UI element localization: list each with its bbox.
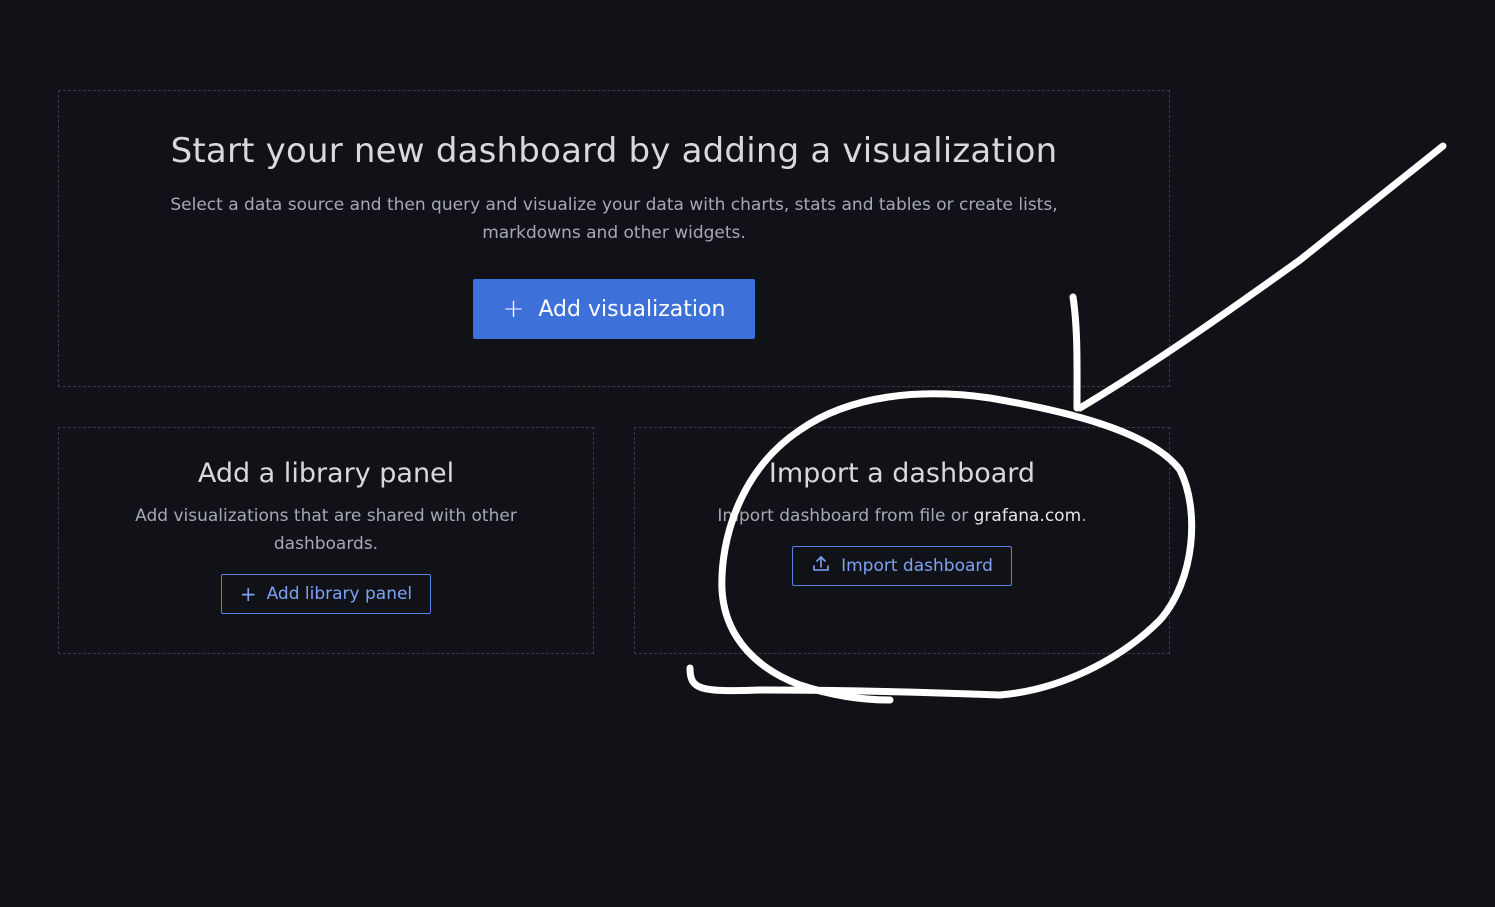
import-description-text: Import dashboard from file or xyxy=(717,506,974,526)
add-visualization-button[interactable]: + Add visualization xyxy=(472,279,756,339)
empty-dashboard-page: Start your new dashboard by adding a vis… xyxy=(0,0,1495,907)
plus-icon: + xyxy=(239,582,257,606)
grafana-com-link[interactable]: grafana.com xyxy=(974,506,1082,526)
add-library-panel-label: Add library panel xyxy=(266,584,413,604)
library-card-title: Add a library panel xyxy=(197,458,455,489)
add-library-panel-button[interactable]: + Add library panel xyxy=(220,574,432,614)
import-description-suffix: . xyxy=(1081,506,1087,526)
add-visualization-card: Start your new dashboard by adding a vis… xyxy=(58,90,1170,387)
import-dashboard-label: Import dashboard xyxy=(841,556,993,576)
circle-tail xyxy=(686,664,1004,699)
import-dashboard-button[interactable]: Import dashboard xyxy=(792,546,1012,586)
import-dashboard-card: Import a dashboard Import dashboard from… xyxy=(634,427,1170,654)
plus-icon: + xyxy=(502,294,525,324)
library-card-description: Add visualizations that are shared with … xyxy=(135,506,517,554)
add-visualization-label: Add visualization xyxy=(538,296,726,322)
import-card-description: Import dashboard from file or grafana.co… xyxy=(662,502,1142,530)
upload-icon xyxy=(811,554,831,579)
library-panel-card: Add a library panel Add visualizations t… xyxy=(58,427,594,654)
import-card-title: Import a dashboard xyxy=(768,458,1036,489)
main-card-description: Select a data source and then query and … xyxy=(170,195,1058,243)
main-card-title: Start your new dashboard by adding a vis… xyxy=(170,131,1058,171)
